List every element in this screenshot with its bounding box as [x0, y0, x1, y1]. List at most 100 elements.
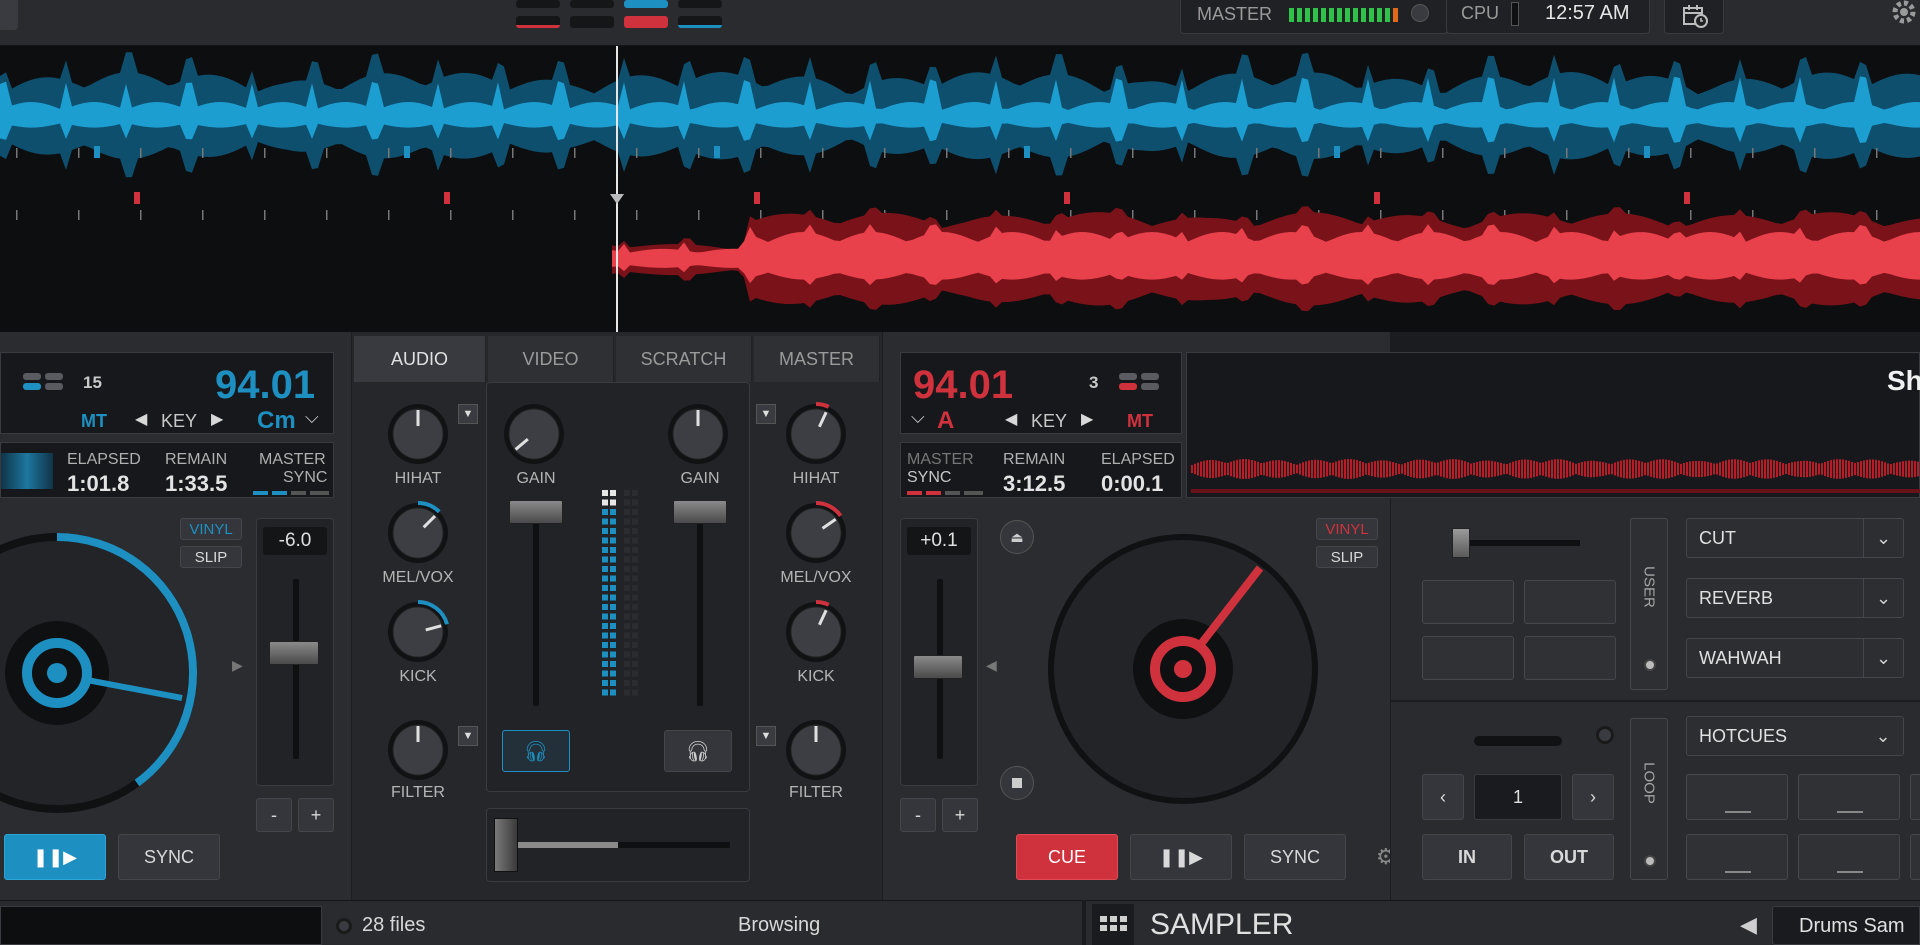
left-elapsed-value[interactable]: 1:01.8	[67, 471, 129, 497]
right-pitch-minus-button[interactable]: -	[900, 798, 936, 832]
loop-half-button[interactable]: ‹	[1422, 774, 1464, 820]
left-kick-knob[interactable]	[386, 600, 450, 664]
left-play-pause-button[interactable]: ❚❚▶	[4, 834, 106, 880]
tab-master[interactable]: MASTER	[754, 336, 880, 382]
left-slip-button[interactable]: SLIP	[180, 546, 242, 568]
crossfader-handle[interactable]	[494, 818, 518, 872]
right-melvox-knob[interactable]	[784, 501, 848, 565]
right-headphone-button[interactable]: 🎧︎	[664, 730, 732, 772]
stop-button[interactable]	[1000, 766, 1034, 800]
right-gain-knob[interactable]	[666, 402, 730, 466]
right-hihat-knob[interactable]	[784, 402, 848, 466]
sampler-bank-select[interactable]: Drums Sam	[1772, 906, 1920, 945]
deck-layout-icon[interactable]	[21, 371, 69, 393]
loop-double-button[interactable]: ›	[1572, 774, 1614, 820]
layout-button-8[interactable]	[678, 16, 722, 28]
loop-tab[interactable]: LOOP	[1630, 718, 1668, 880]
left-pitch-plus-button[interactable]: +	[298, 798, 334, 832]
hotcue-pad-4[interactable]	[1686, 834, 1788, 880]
right-key-chevron-icon[interactable]: ⌵	[911, 407, 925, 428]
left-hihat-knob[interactable]	[386, 402, 450, 466]
right-eq-menu-icon[interactable]: ▼	[756, 404, 776, 424]
left-volume-fader[interactable]	[509, 500, 563, 524]
schedule-button[interactable]	[1664, 0, 1724, 34]
left-key-value[interactable]: Cm	[257, 407, 296, 435]
right-filter-knob[interactable]	[784, 718, 848, 782]
left-sync-label[interactable]: SYNC	[283, 469, 327, 487]
left-mt-button[interactable]: MT	[81, 411, 107, 432]
layout-button-6[interactable]	[570, 16, 614, 28]
left-key-down-icon[interactable]: ◀	[135, 409, 147, 429]
left-bpm[interactable]: 94.01	[215, 363, 315, 408]
right-filter-menu-icon[interactable]: ▼	[756, 726, 776, 746]
fx-slider-handle[interactable]	[1452, 528, 1470, 558]
fx-pad-4[interactable]	[1524, 636, 1616, 680]
right-mini-waveform[interactable]	[1191, 449, 1920, 495]
settings-gear-icon[interactable]	[1884, 0, 1920, 30]
deck-layout-icon[interactable]	[1117, 371, 1165, 393]
chevron-down-icon[interactable]: ⌄	[1863, 717, 1903, 755]
search-box[interactable]	[0, 906, 322, 945]
waveform-display[interactable]	[0, 46, 1920, 332]
loop-size-value[interactable]: 1	[1474, 774, 1562, 820]
right-master-label[interactable]: MASTER	[907, 451, 974, 469]
layout-button-1[interactable]	[516, 0, 560, 8]
pads-mode-select[interactable]: HOTCUES ⌄	[1686, 716, 1904, 756]
layout-button-7[interactable]	[624, 16, 668, 28]
hotcue-pad-5[interactable]	[1798, 834, 1900, 880]
right-elapsed-value[interactable]: 0:00.1	[1101, 471, 1163, 497]
chevron-down-icon[interactable]: ⌄	[1863, 639, 1903, 677]
dual-waveform[interactable]	[0, 46, 1920, 332]
sampler-title[interactable]: SAMPLER	[1150, 908, 1293, 942]
right-volume-track[interactable]	[697, 516, 703, 706]
right-key-up-icon[interactable]: ▶	[1081, 409, 1093, 429]
left-melvox-knob[interactable]	[386, 501, 450, 565]
right-pitch-fader[interactable]	[913, 655, 963, 679]
layout-button-3[interactable]	[624, 0, 668, 8]
left-key-up-icon[interactable]: ▶	[211, 409, 223, 429]
left-headphone-button[interactable]: 🎧︎	[502, 730, 570, 772]
chevron-down-icon[interactable]: ⌄	[1863, 519, 1903, 557]
right-sync-button[interactable]: SYNC	[1244, 834, 1346, 880]
left-mini-waveform[interactable]	[1, 453, 53, 489]
right-pitch-value[interactable]: +0.1	[907, 527, 971, 555]
right-vinyl-button[interactable]: VINYL	[1316, 518, 1378, 540]
chevron-down-icon[interactable]: ⌄	[1863, 579, 1903, 617]
fx-slot-1[interactable]: CUT ⌄	[1686, 518, 1904, 558]
left-pitch-fader[interactable]	[269, 641, 319, 665]
fx-pad-2[interactable]	[1524, 580, 1616, 624]
window-icon[interactable]	[0, 0, 18, 30]
fx-slider-track[interactable]	[1454, 540, 1580, 546]
layout-button-5[interactable]	[516, 16, 560, 28]
right-volume-fader[interactable]	[673, 500, 727, 524]
left-pitch-track[interactable]	[293, 579, 299, 759]
eject-button[interactable]: ⏏	[1000, 520, 1034, 554]
right-pitch-plus-button[interactable]: +	[942, 798, 978, 832]
layout-button-2[interactable]	[570, 0, 614, 8]
right-sync-label[interactable]: SYNC	[907, 469, 951, 487]
right-key-down-icon[interactable]: ◀	[1005, 409, 1017, 429]
layout-button-4[interactable]	[678, 0, 722, 8]
user-tab[interactable]: USER	[1630, 518, 1668, 690]
hotcue-pad-2[interactable]	[1798, 774, 1900, 820]
left-vinyl-button[interactable]: VINYL	[180, 518, 242, 540]
left-master-label[interactable]: MASTER	[259, 451, 326, 469]
hotcue-pad-6[interactable]	[1910, 834, 1920, 880]
tab-video[interactable]: VIDEO	[488, 336, 614, 382]
left-sync-button[interactable]: SYNC	[118, 834, 220, 880]
hotcue-pad-3[interactable]	[1910, 774, 1920, 820]
loop-out-button[interactable]: OUT	[1524, 834, 1614, 880]
tab-scratch[interactable]: SCRATCH	[616, 336, 752, 382]
left-key-chevron-icon[interactable]: ⌵	[305, 407, 319, 428]
sampler-prev-icon[interactable]: ◀	[1740, 912, 1757, 938]
right-play-pause-button[interactable]: ❚❚▶	[1130, 834, 1232, 880]
fx-slot-3[interactable]: WAHWAH ⌄	[1686, 638, 1904, 678]
right-slip-button[interactable]: SLIP	[1316, 546, 1378, 568]
left-jog-wheel[interactable]	[0, 528, 202, 818]
left-pitch-minus-button[interactable]: -	[256, 798, 292, 832]
left-filter-knob[interactable]	[386, 718, 450, 782]
left-filter-menu-icon[interactable]: ▼	[458, 726, 478, 746]
fx-pad-1[interactable]	[1422, 580, 1514, 624]
left-eq-menu-icon[interactable]: ▼	[458, 404, 478, 424]
right-jog-wheel[interactable]	[1046, 532, 1320, 806]
